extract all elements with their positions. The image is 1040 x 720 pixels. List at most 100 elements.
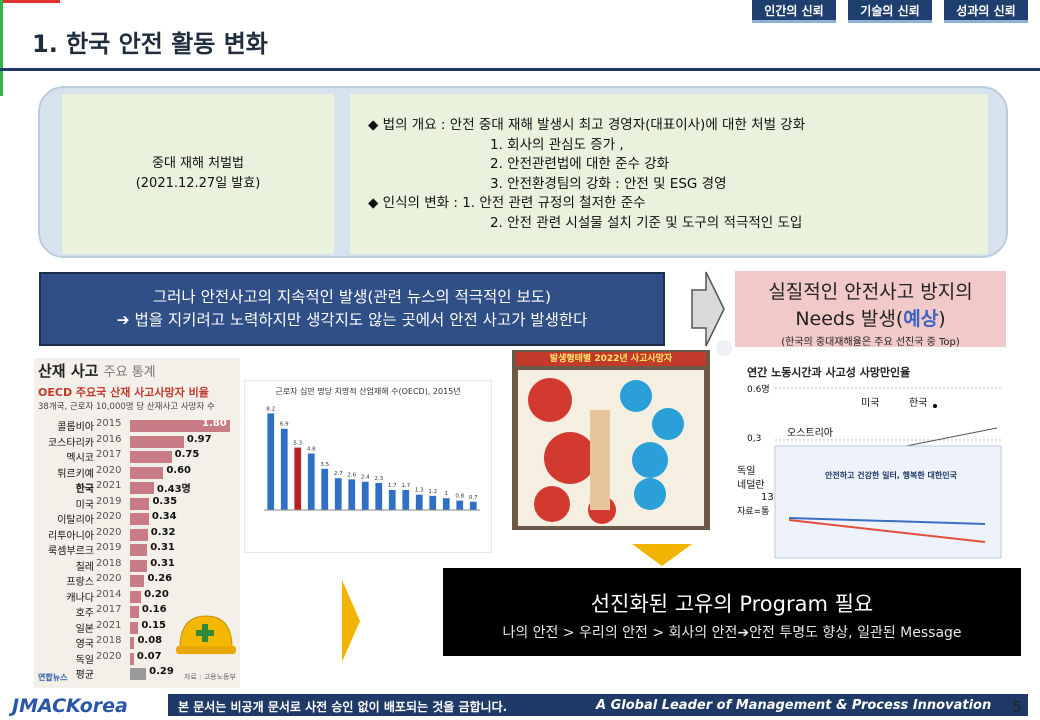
stat-country: 튀르키예	[57, 468, 94, 480]
stat-value: 1.80	[202, 418, 227, 429]
chart-value-label: 6.9	[280, 422, 289, 428]
stat-country: 프랑스	[66, 577, 94, 588]
stat-country: 캐나다	[66, 592, 94, 604]
accent-bar-green	[0, 0, 3, 96]
accident-type-infographic: 발생형태별 2022년 사고사망자	[512, 350, 710, 530]
chart-bar	[469, 501, 477, 510]
desc-line: 1. 회사의 관심도 증가 ,	[490, 136, 624, 153]
fatal-injury-chart: 근로자 십만 명당 치명적 산업재해 수(OECD), 2015년 8.2 6.9…	[244, 380, 492, 553]
stat-country: 한국	[75, 484, 94, 495]
infographic-circle	[632, 442, 668, 478]
chart-value-label: 1.7	[388, 483, 397, 489]
chart-bar	[456, 500, 464, 510]
needs-line2: Needs 발생(예상)	[735, 304, 1006, 331]
title-divider	[0, 68, 1040, 71]
tab-result-trust[interactable]: 성과의 신뢰	[944, 0, 1028, 23]
needs-box: 실질적인 안전사고 방지의 Needs 발생(예상) (한국의 중대재해율은 주…	[735, 271, 1006, 348]
warning-line1: 그러나 안전사고의 지속적인 발생(관련 뉴스의 적극적인 보도)	[152, 288, 552, 306]
tab-human-trust[interactable]: 인간의 신뢰	[752, 0, 836, 23]
stat-row: 코스타리카 2016 0.97	[34, 434, 240, 450]
chart-bar	[267, 413, 275, 510]
page-number: 5	[1012, 698, 1022, 716]
desc-line: ◆ 인식의 변화 : 1. 안전 관련 규정의 철저한 준수	[368, 195, 646, 211]
chart-value-label: 2.6	[347, 472, 356, 478]
stat-year: 2020	[96, 526, 122, 538]
stat-country: 멕시코	[66, 453, 94, 464]
arrow-side-icon	[342, 580, 360, 662]
stat-country: 룩셈부르크	[48, 546, 94, 557]
stat-row: 캐나다 2014 0.20	[34, 589, 240, 605]
program-title: 선진화된 고유의 Program 필요	[590, 592, 874, 616]
law-description: ◆ 법의 개요 : 안전 중대 재해 발생시 최고 경영자(대표이사)에 대한 …	[350, 94, 988, 254]
stat-country: 독일	[75, 654, 94, 666]
tab-tech-trust[interactable]: 기술의 신뢰	[848, 0, 932, 23]
oecd-stats-panel: 산재 사고 주요 통계 OECD 주요국 산재 사고사망자 비율 38개국, 근…	[34, 358, 240, 688]
stat-country: 칠레	[75, 561, 94, 573]
stat-year: 2021	[96, 480, 122, 491]
page-title: 1. 한국 안전 활동 변화	[32, 30, 268, 58]
stat-country: 코스타리카	[48, 437, 94, 449]
stat-year: 2017	[96, 449, 122, 460]
warning-box: 그러나 안전사고의 지속적인 발생(관련 뉴스의 적극적인 보도) ➔ 법을 지…	[39, 272, 665, 346]
stat-value: 0.75	[174, 449, 200, 460]
stat-value: 0.16	[141, 604, 167, 615]
stat-bar	[130, 544, 148, 556]
stat-row: 칠레 2018 0.31	[34, 558, 240, 574]
stat-bar	[130, 652, 134, 665]
infographic-circle	[544, 432, 596, 484]
chart-value-label: 5.3	[293, 441, 302, 447]
stat-year: 2019	[96, 495, 122, 507]
stat-year: 2020	[96, 511, 122, 522]
stat-country: 일본	[75, 623, 94, 635]
stat-value: 0.34	[151, 511, 177, 522]
infographic-circle	[634, 478, 666, 510]
stats-header: 산재 사고 주요 통계	[38, 360, 156, 381]
stats-header-sub: 주요 통계	[103, 365, 156, 380]
stat-year: 2020	[96, 573, 122, 584]
stat-year: 2017	[96, 604, 122, 615]
company-logo: JMACKorea	[12, 695, 128, 717]
labor-chart-graphics	[774, 387, 1003, 559]
stat-bar	[130, 575, 145, 587]
chart-bar	[361, 481, 369, 510]
chart-bar	[280, 428, 288, 510]
chart-bar	[334, 478, 342, 510]
chart-bar	[429, 495, 437, 510]
stat-row: 미국 2019 0.35	[34, 496, 240, 512]
stats-title: OECD 주요국 산재 사고사망자 비율	[38, 386, 209, 399]
footer-notice: 본 문서는 비공개 문서로 사전 승인 없이 배포되는 것을 금합니다.	[178, 700, 508, 714]
stat-value: 0.15	[141, 619, 167, 631]
needs-line1: 실질적인 안전사고 방지의	[768, 281, 973, 303]
stat-bar	[130, 637, 135, 649]
chart-value-label: 3.5	[320, 462, 329, 468]
labor-banner: 안전하고 건강한 일터, 행복한 대한민국	[825, 471, 957, 480]
warning-line2: ➔ 법을 지키려고 노력하지만 생각지도 않는 곳에서 안전 사고가 발생한다	[116, 311, 588, 329]
stat-year: 2015	[96, 418, 122, 429]
stats-note: 38개국, 근로자 10,000명 당 산재사고 사망자 수	[38, 402, 215, 412]
chart-value-label: 0.8	[455, 494, 464, 500]
chart-bar	[348, 479, 356, 510]
stat-year: 2018	[96, 557, 122, 569]
stat-value: 0.07	[136, 650, 162, 662]
stat-country: 호주	[75, 608, 94, 619]
chart-value-label: 2.3	[374, 476, 383, 482]
desc-line: 3. 안전환경팀의 강화 : 안전 및 ESG 경영	[490, 175, 727, 192]
needs-line2-prefix: Needs 발생(	[795, 308, 904, 330]
stat-value: 0.32	[150, 526, 176, 538]
stat-year: 2020	[96, 650, 122, 662]
stat-bar	[130, 513, 149, 525]
chart-value-label: 0.7	[469, 495, 478, 501]
chart-bar	[442, 498, 450, 510]
stat-value: 0.35	[152, 495, 178, 507]
stat-row: 멕시코 2017 0.75	[34, 449, 240, 465]
stat-bar	[130, 435, 184, 448]
infographic-graphics	[528, 378, 684, 524]
footer-slogan: A Global Leader of Management & Process …	[596, 698, 992, 713]
chart-title: 근로자 십만 명당 치명적 산업재해 수(OECD), 2015년	[275, 386, 460, 396]
stat-row: 룩셈부르크 2019 0.31	[34, 542, 240, 558]
stat-country: 콜롬비아	[57, 422, 94, 433]
stat-row: 이탈리아 2020 0.34	[34, 511, 240, 527]
desc-line: ◆ 법의 개요 : 안전 중대 재해 발생시 최고 경영자(대표이사)에 대한 …	[368, 117, 806, 133]
stat-row: 한국 2021 0.43명	[34, 480, 240, 496]
chart-value-label: 1	[445, 491, 449, 497]
